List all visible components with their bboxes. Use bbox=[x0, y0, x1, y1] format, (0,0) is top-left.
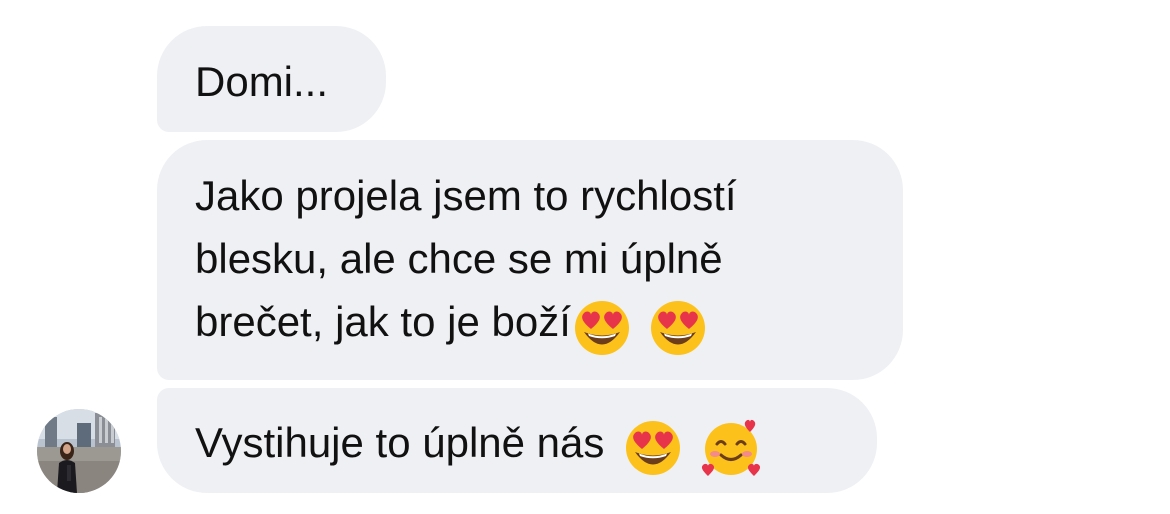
message-thread: Domi... Jako projela jsem to rychlostí b… bbox=[0, 0, 1170, 514]
message-text: Domi... bbox=[195, 58, 329, 105]
message-bubble[interactable]: Jako projela jsem to rychlostí blesku, a… bbox=[157, 140, 903, 380]
emoji-group bbox=[571, 293, 707, 357]
emoji-group bbox=[616, 413, 762, 478]
heart-eyes-emoji-icon bbox=[624, 419, 682, 477]
message-bubble[interactable]: Vystihuje to úplně nás bbox=[157, 388, 877, 493]
profile-photo-icon bbox=[37, 409, 121, 493]
message-bubble[interactable]: Domi... bbox=[157, 26, 386, 132]
sender-avatar[interactable] bbox=[37, 409, 121, 493]
heart-eyes-emoji-icon bbox=[573, 299, 631, 357]
message-text: Vystihuje to úplně nás bbox=[195, 419, 617, 466]
heart-eyes-emoji-icon bbox=[649, 299, 707, 357]
smiling-face-with-hearts-emoji-icon bbox=[700, 418, 762, 478]
